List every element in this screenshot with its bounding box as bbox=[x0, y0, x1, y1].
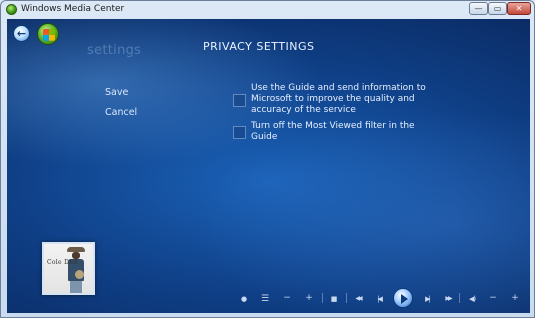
skip-forward-icon[interactable]: ▶| bbox=[421, 294, 433, 304]
media-center-canvas: ← settings PRIVACY SETTINGS Save Cancel … bbox=[7, 19, 530, 313]
volume-down-icon[interactable]: − bbox=[489, 293, 497, 303]
media-center-app-icon bbox=[6, 4, 17, 15]
mute-speaker-icon[interactable]: ◀) bbox=[465, 294, 479, 304]
transport-controls: ● ☰ − + ■ ◀◀ |◀ ▶| ▶▶ ◀) − + bbox=[7, 19, 530, 313]
separator bbox=[346, 293, 347, 303]
channel-down-icon[interactable]: − bbox=[283, 293, 291, 303]
window-title: Windows Media Center bbox=[21, 4, 125, 14]
rewind-icon[interactable]: ◀◀ bbox=[351, 294, 365, 304]
channel-up-icon[interactable]: + bbox=[305, 293, 313, 303]
separator bbox=[459, 293, 460, 303]
record-dot-icon[interactable]: ● bbox=[240, 294, 248, 304]
minimize-button[interactable]: — bbox=[469, 2, 488, 15]
media-center-window: Windows Media Center — ▭ ✕ ← settings PR… bbox=[0, 0, 535, 318]
volume-up-icon[interactable]: + bbox=[511, 293, 519, 303]
close-button[interactable]: ✕ bbox=[507, 2, 531, 15]
title-bar[interactable]: Windows Media Center — ▭ ✕ bbox=[1, 1, 534, 19]
stop-icon[interactable]: ■ bbox=[329, 294, 339, 304]
play-button[interactable] bbox=[393, 288, 413, 308]
playlist-icon[interactable]: ☰ bbox=[260, 294, 270, 304]
skip-back-icon[interactable]: |◀ bbox=[373, 294, 385, 304]
play-icon bbox=[401, 294, 408, 304]
separator bbox=[322, 293, 323, 303]
maximize-button[interactable]: ▭ bbox=[488, 2, 507, 15]
fast-forward-icon[interactable]: ▶▶ bbox=[441, 294, 455, 304]
